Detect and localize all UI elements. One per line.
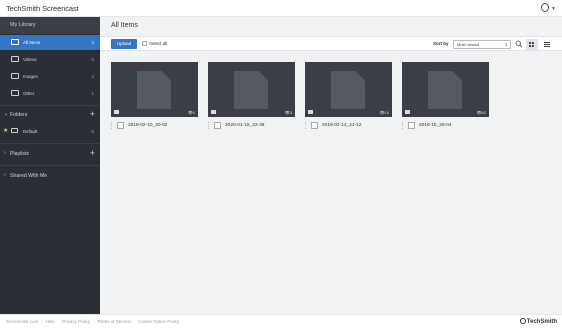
shared-label: Shared With Me (10, 173, 48, 179)
view-count: 👁62 (476, 110, 486, 115)
sidebar-item-count: 1 (91, 91, 94, 96)
file-icon (137, 71, 171, 109)
sidebar-item-count: 0 (91, 57, 94, 62)
media-card[interactable]: 👁16 2019-02-14_21-12 (305, 62, 392, 134)
file-icon (428, 71, 462, 109)
top-bar: TechSmith Screencast ▼ (0, 0, 562, 17)
sort-select[interactable]: Most viewed ⇕ (453, 40, 511, 49)
file-type-icon (308, 110, 313, 114)
drag-handle[interactable] (305, 122, 308, 129)
folders-label: Folders (10, 112, 28, 118)
footer: Screencast.com Help Privacy Policy Terms… (0, 314, 562, 328)
sidebar-item-all-items[interactable]: All Items 4 (0, 35, 100, 50)
folder-icon (11, 128, 18, 133)
file-icon (234, 71, 268, 109)
file-type-icon (114, 110, 119, 114)
footer-link-cookie[interactable]: Cookie Notice Policy (138, 319, 179, 324)
search-icon[interactable] (515, 40, 523, 48)
card-checkbox[interactable] (214, 122, 221, 129)
grid-view-icon[interactable] (526, 39, 538, 50)
sidebar-item-other[interactable]: Other 1 (0, 86, 100, 101)
sidebar-title[interactable]: My Library (0, 17, 100, 34)
sidebar: My Library All Items 4 Videos 0 Images 4… (0, 17, 100, 314)
dropdown-arrow-icon: ⇕ (504, 42, 508, 47)
chevron-right-icon: › (4, 150, 6, 156)
footer-link-screencast[interactable]: Screencast.com (6, 319, 38, 324)
media-thumbnail[interactable]: 👁16 (305, 62, 392, 117)
sidebar-item-label: Videos (23, 57, 37, 62)
media-thumbnail[interactable]: 👁0 (111, 62, 198, 117)
card-checkbox[interactable] (311, 122, 318, 129)
file-icon (331, 71, 365, 109)
divider (0, 105, 100, 106)
file-type-icon (211, 110, 216, 114)
star-icon[interactable]: ★ (3, 127, 8, 134)
footer-link-terms[interactable]: Terms of Service (97, 319, 131, 324)
sidebar-item-count: 4 (91, 40, 94, 45)
folder-label: Default (23, 129, 38, 134)
card-checkbox[interactable] (408, 122, 415, 129)
view-count: 👁0 (187, 110, 195, 115)
media-name[interactable]: 2019-02-10_20-02 (128, 123, 167, 128)
media-thumbnail[interactable]: 👁3 (208, 62, 295, 117)
account-menu[interactable]: ▼ (540, 3, 556, 13)
add-playlist-icon[interactable]: + (90, 148, 95, 158)
sidebar-item-videos[interactable]: Videos 0 (0, 52, 100, 67)
playlists-section-header[interactable]: › Playlists + (0, 148, 100, 160)
file-type-icon (405, 110, 410, 114)
select-all-checkbox[interactable]: Select all (142, 41, 167, 46)
media-name[interactable]: 2019-02-14_21-12 (322, 123, 361, 128)
image-icon (11, 73, 19, 79)
toolbar: Upload Select all Sort by Most viewed ⇕ (100, 36, 562, 51)
folder-count: 5 (91, 129, 94, 134)
footer-link-privacy[interactable]: Privacy Policy (62, 319, 90, 324)
view-count: 👁16 (379, 110, 389, 115)
chevron-down-icon: ▼ (551, 6, 556, 12)
divider (0, 165, 100, 166)
main-content: All Items Upload Select all Sort by Most… (100, 17, 562, 314)
add-folder-icon[interactable]: + (90, 109, 95, 119)
media-thumbnail[interactable]: 👁62 (402, 62, 489, 117)
sidebar-item-images[interactable]: Images 4 (0, 69, 100, 84)
checkbox-icon (142, 41, 147, 46)
all-items-icon (11, 39, 19, 45)
chevron-down-icon: ⌄ (4, 111, 9, 117)
sidebar-item-count: 4 (91, 74, 94, 79)
divider (0, 143, 100, 144)
card-checkbox[interactable] (117, 122, 124, 129)
folders-section-header[interactable]: ⌄ Folders + (0, 109, 100, 121)
select-all-label: Select all (149, 41, 168, 46)
other-file-icon (11, 90, 19, 96)
app-logo[interactable]: TechSmith Screencast (6, 4, 79, 13)
video-icon (11, 56, 19, 62)
upload-button[interactable]: Upload (111, 39, 137, 49)
media-card[interactable]: 👁3 2020-01-15_22-38 (208, 62, 295, 134)
shared-section-header[interactable]: › Shared With Me (0, 170, 100, 182)
techsmith-logo-icon (519, 318, 526, 324)
media-card[interactable]: 👁0 2019-02-10_20-02 (111, 62, 198, 134)
drag-handle[interactable] (402, 122, 405, 129)
media-name[interactable]: 2019-10_28-04 (419, 123, 452, 128)
sidebar-item-label: Images (23, 74, 38, 79)
drag-handle[interactable] (208, 122, 211, 129)
sort-select-value: Most viewed (457, 42, 480, 47)
view-count: 👁3 (284, 110, 292, 115)
media-card[interactable]: 👁62 2019-10_28-04 (402, 62, 489, 134)
sidebar-folder-default[interactable]: ★ Default 5 (0, 125, 100, 137)
sidebar-item-label: All Items (23, 40, 41, 45)
page-title: All Items (111, 22, 138, 29)
sort-by-label: Sort by (433, 41, 449, 46)
user-icon (541, 3, 549, 12)
playlists-label: Playlists (10, 151, 30, 157)
drag-handle[interactable] (111, 122, 114, 129)
chevron-right-icon: › (4, 172, 6, 178)
list-view-icon[interactable] (541, 39, 553, 50)
techsmith-brand: TechSmith (519, 318, 557, 325)
media-name[interactable]: 2020-01-15_22-38 (225, 123, 264, 128)
footer-links: Screencast.com Help Privacy Policy Terms… (6, 319, 185, 324)
footer-link-help[interactable]: Help (46, 319, 55, 324)
sidebar-item-label: Other (23, 91, 35, 96)
